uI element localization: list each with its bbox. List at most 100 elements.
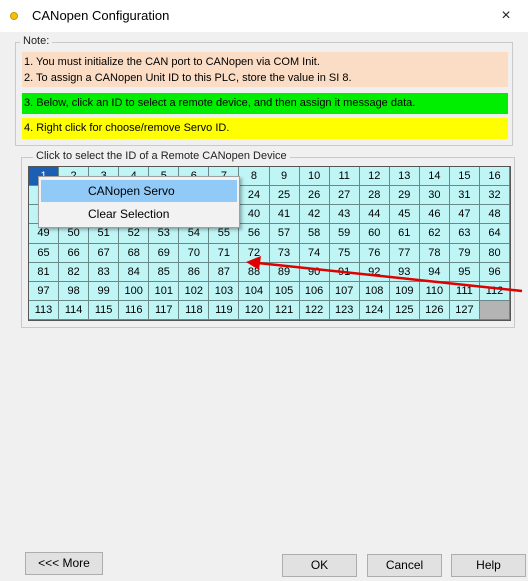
- device-id-cell-empty[interactable]: [479, 300, 510, 320]
- device-id-cell[interactable]: 65: [29, 243, 60, 263]
- ok-button[interactable]: OK: [282, 554, 357, 577]
- device-id-cell[interactable]: 44: [359, 205, 390, 225]
- device-id-cell[interactable]: 48: [479, 205, 510, 225]
- device-id-cell[interactable]: 123: [329, 300, 360, 320]
- device-id-cell[interactable]: 85: [149, 262, 180, 282]
- close-button[interactable]: ×: [484, 0, 528, 32]
- device-id-cell[interactable]: 57: [269, 224, 300, 244]
- device-id-cell[interactable]: 107: [329, 281, 360, 301]
- device-id-cell[interactable]: 109: [389, 281, 420, 301]
- device-id-cell[interactable]: 90: [299, 262, 330, 282]
- device-id-cell[interactable]: 79: [449, 243, 480, 263]
- device-id-cell[interactable]: 66: [59, 243, 90, 263]
- device-id-cell[interactable]: 71: [209, 243, 240, 263]
- device-id-cell[interactable]: 81: [29, 262, 60, 282]
- device-id-cell[interactable]: 69: [149, 243, 180, 263]
- device-id-cell[interactable]: 31: [449, 186, 480, 206]
- device-id-cell[interactable]: 14: [419, 167, 450, 187]
- device-id-cell[interactable]: 75: [329, 243, 360, 263]
- device-id-cell[interactable]: 86: [179, 262, 210, 282]
- device-id-cell[interactable]: 74: [299, 243, 330, 263]
- menu-item-clear-selection[interactable]: Clear Selection: [41, 203, 237, 225]
- device-id-cell[interactable]: 64: [479, 224, 510, 244]
- device-id-cell[interactable]: 13: [389, 167, 420, 187]
- device-id-cell[interactable]: 9: [269, 167, 300, 187]
- device-id-cell[interactable]: 104: [239, 281, 270, 301]
- device-id-cell[interactable]: 63: [449, 224, 480, 244]
- device-id-cell[interactable]: 46: [419, 205, 450, 225]
- device-id-cell[interactable]: 101: [149, 281, 180, 301]
- device-id-cell[interactable]: 113: [29, 300, 60, 320]
- device-id-cell[interactable]: 8: [239, 167, 270, 187]
- device-id-cell[interactable]: 118: [179, 300, 210, 320]
- device-id-cell[interactable]: 73: [269, 243, 300, 263]
- device-id-cell[interactable]: 124: [359, 300, 390, 320]
- device-id-cell[interactable]: 120: [239, 300, 270, 320]
- device-id-cell[interactable]: 105: [269, 281, 300, 301]
- device-id-cell[interactable]: 58: [299, 224, 330, 244]
- device-id-cell[interactable]: 99: [89, 281, 120, 301]
- device-id-cell[interactable]: 72: [239, 243, 270, 263]
- device-id-cell[interactable]: 41: [269, 205, 300, 225]
- device-id-cell[interactable]: 100: [119, 281, 150, 301]
- device-id-cell[interactable]: 42: [299, 205, 330, 225]
- device-id-cell[interactable]: 15: [449, 167, 480, 187]
- device-id-cell[interactable]: 43: [329, 205, 360, 225]
- device-id-cell[interactable]: 127: [449, 300, 480, 320]
- device-id-cell[interactable]: 78: [419, 243, 450, 263]
- device-id-cell[interactable]: 122: [299, 300, 330, 320]
- device-id-cell[interactable]: 121: [269, 300, 300, 320]
- device-id-cell[interactable]: 26: [299, 186, 330, 206]
- device-id-cell[interactable]: 24: [239, 186, 270, 206]
- device-id-cell[interactable]: 27: [329, 186, 360, 206]
- device-id-cell[interactable]: 108: [359, 281, 390, 301]
- device-id-cell[interactable]: 62: [419, 224, 450, 244]
- device-id-cell[interactable]: 83: [89, 262, 120, 282]
- device-id-cell[interactable]: 95: [449, 262, 480, 282]
- device-id-cell[interactable]: 30: [419, 186, 450, 206]
- device-id-cell[interactable]: 60: [359, 224, 390, 244]
- device-id-cell[interactable]: 11: [329, 167, 360, 187]
- more-button[interactable]: <<< More: [25, 552, 103, 575]
- device-id-cell[interactable]: 92: [359, 262, 390, 282]
- device-id-cell[interactable]: 40: [239, 205, 270, 225]
- device-id-cell[interactable]: 88: [239, 262, 270, 282]
- device-id-cell[interactable]: 29: [389, 186, 420, 206]
- device-id-cell[interactable]: 114: [59, 300, 90, 320]
- device-id-cell[interactable]: 28: [359, 186, 390, 206]
- menu-item-canopen-servo[interactable]: CANopen Servo: [41, 180, 237, 202]
- device-id-cell[interactable]: 110: [419, 281, 450, 301]
- device-id-cell[interactable]: 45: [389, 205, 420, 225]
- device-id-cell[interactable]: 94: [419, 262, 450, 282]
- device-id-cell[interactable]: 116: [119, 300, 150, 320]
- device-id-cell[interactable]: 10: [299, 167, 330, 187]
- device-id-cell[interactable]: 84: [119, 262, 150, 282]
- device-id-cell[interactable]: 98: [59, 281, 90, 301]
- device-id-cell[interactable]: 111: [449, 281, 480, 301]
- device-id-cell[interactable]: 80: [479, 243, 510, 263]
- device-id-cell[interactable]: 70: [179, 243, 210, 263]
- help-button[interactable]: Help: [451, 554, 526, 577]
- device-id-cell[interactable]: 96: [479, 262, 510, 282]
- device-id-cell[interactable]: 16: [479, 167, 510, 187]
- device-id-cell[interactable]: 91: [329, 262, 360, 282]
- device-id-cell[interactable]: 106: [299, 281, 330, 301]
- device-id-cell[interactable]: 117: [149, 300, 180, 320]
- device-id-cell[interactable]: 12: [359, 167, 390, 187]
- device-id-cell[interactable]: 68: [119, 243, 150, 263]
- device-id-cell[interactable]: 61: [389, 224, 420, 244]
- cancel-button[interactable]: Cancel: [367, 554, 442, 577]
- device-id-cell[interactable]: 97: [29, 281, 60, 301]
- device-id-cell[interactable]: 67: [89, 243, 120, 263]
- device-id-cell[interactable]: 32: [479, 186, 510, 206]
- device-id-cell[interactable]: 103: [209, 281, 240, 301]
- device-id-cell[interactable]: 112: [479, 281, 510, 301]
- device-id-cell[interactable]: 56: [239, 224, 270, 244]
- device-id-cell[interactable]: 125: [389, 300, 420, 320]
- device-id-cell[interactable]: 115: [89, 300, 120, 320]
- device-id-cell[interactable]: 119: [209, 300, 240, 320]
- device-id-cell[interactable]: 89: [269, 262, 300, 282]
- device-id-cell[interactable]: 93: [389, 262, 420, 282]
- device-id-cell[interactable]: 76: [359, 243, 390, 263]
- device-id-cell[interactable]: 82: [59, 262, 90, 282]
